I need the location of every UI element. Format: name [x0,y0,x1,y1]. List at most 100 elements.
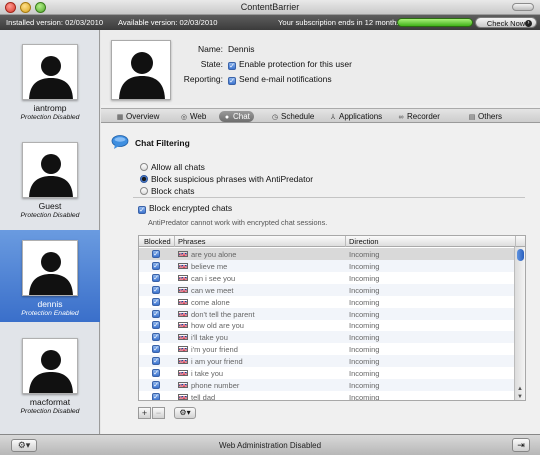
table-row[interactable]: ✓ believe me Incoming [139,259,515,272]
tab-chat[interactable]: ● Chat [219,111,254,122]
phrases-table: Blocked Phrases Direction ✓ are you alone… [138,235,526,401]
block-chats-radio[interactable]: Block chats [140,186,194,196]
uk-flag-icon [178,298,188,305]
tab-label: Chat [233,112,250,121]
installed-version: Installed version: 02/03/2010 [6,18,104,27]
uk-flag-icon [178,358,188,365]
email-notifications-label: Send e-mail notifications [239,74,332,84]
table-row[interactable]: ✓ can i see you Incoming [139,272,515,284]
blocked-checkbox[interactable]: ✓ [152,309,160,318]
phrase-text: can we meet [191,285,234,295]
email-notifications-checkbox[interactable]: ✓ Send e-mail notifications [228,74,332,85]
info-bar: Installed version: 02/03/2010 Available … [0,15,540,30]
vertical-scrollbar[interactable]: ▲ ▼ [514,247,525,400]
sidebar-user-guest[interactable]: Guest Protection Disabled [0,132,100,224]
table-row[interactable]: ✓ i'm your friend Incoming [139,343,515,355]
block-chats-label: Block chats [151,186,195,196]
table-gear-menu-button[interactable]: ⚙▾ [174,407,196,419]
direction-text: Incoming [349,369,380,378]
antipredator-note: AntiPredator cannot work with encrypted … [148,218,328,227]
state-label: State: [200,59,223,69]
phrase-text: i take you [191,369,224,378]
exit-icon: ⇥ [517,440,525,450]
blocked-checkbox[interactable]: ✓ [152,333,160,342]
tab-applications[interactable]: ⅄ Applications [329,111,382,122]
toolbar-toggle-button[interactable] [512,3,534,11]
tab-schedule[interactable]: ◷ Schedule [271,111,314,122]
tab-label: Schedule [281,112,315,121]
uk-flag-icon [178,370,188,376]
block-encrypted-chats-checkbox[interactable]: ✓ Block encrypted chats [138,203,232,214]
uk-flag-icon [178,334,188,341]
phrase-text: i am your friend [191,357,243,367]
blocked-checkbox[interactable]: ✓ [152,261,160,270]
allow-all-chats-label: Allow all chats [151,162,205,172]
column-header-direction[interactable]: Direction [349,237,379,246]
blocked-checkbox[interactable]: ✓ [152,357,160,366]
table-row[interactable]: ✓ tell dad Incoming [139,391,515,400]
globe-icon: ◎ [180,114,188,121]
direction-text: Incoming [349,357,380,367]
column-header-phrases[interactable]: Phrases [178,237,206,246]
subscription-text: Your subscription ends in 12 months [278,18,401,27]
tab-recorder[interactable]: ∞ Recorder [397,111,440,122]
blocked-checkbox[interactable]: ✓ [152,369,160,377]
blocked-checkbox[interactable]: ✓ [152,321,160,330]
table-row[interactable]: ✓ i take you Incoming [139,367,515,379]
user-avatar [22,338,78,394]
block-suspicious-phrases-radio[interactable]: Block suspicious phrases with AntiPredat… [140,174,313,184]
tab-web[interactable]: ◎ Web [180,111,206,122]
user-avatar [22,44,78,100]
radio-selected-icon [140,175,148,183]
table-row[interactable]: ✓ come alone Incoming [139,296,515,308]
table-row[interactable]: ✓ phone number Incoming [139,378,515,391]
direction-text: Incoming [349,297,380,307]
blocked-checkbox[interactable]: ✓ [152,250,160,258]
add-phrase-button[interactable]: + [138,407,151,419]
blocked-checkbox[interactable]: ✓ [152,392,160,400]
uk-flag-icon [178,251,188,257]
user-protection-status: Protection Disabled [20,114,80,121]
allow-all-chats-radio[interactable]: Allow all chats [140,162,205,172]
subscription-progress-bar [397,18,473,27]
table-row[interactable]: ✓ how old are you Incoming [139,319,515,331]
user-name: Guest [38,201,62,211]
table-row[interactable]: ✓ don't tell the parent Incoming [139,307,515,320]
reporting-label: Reporting: [183,74,223,84]
user-name: macformat [29,397,71,407]
blocked-checkbox[interactable]: ✓ [152,297,160,306]
phrase-text: how old are you [191,321,244,331]
blocked-checkbox[interactable]: ✓ [152,345,160,354]
applications-icon: ⅄ [330,114,336,121]
column-header-blocked[interactable]: Blocked [144,237,171,246]
title-bar[interactable]: ContentBarrier [0,0,540,15]
remove-phrase-button[interactable]: − [152,407,165,419]
tab-overview[interactable]: ▦ Overview [116,111,160,122]
exit-button[interactable]: ⇥ [512,438,530,452]
enable-protection-checkbox[interactable]: ✓ Enable protection for this user [228,59,352,70]
table-row[interactable]: ✓ are you alone Incoming [139,248,515,260]
tab-label: Applications [339,112,383,121]
sidebar-user-macformat[interactable]: macformat Protection Disabled [0,328,100,420]
blocked-checkbox[interactable]: ✓ [152,273,160,282]
scroll-arrows-icon[interactable]: ▲ ▼ [515,385,525,400]
overview-icon: ▦ [116,114,124,121]
phrase-text: believe me [191,261,228,271]
check-now-button[interactable]: Check Now › [475,17,537,28]
uk-flag-icon [178,322,188,329]
scrollbar-thumb[interactable] [517,249,524,261]
tab-label: Web [190,112,207,121]
sidebar-user-dennis[interactable]: dennis Protection Enabled [0,230,100,322]
table-row[interactable]: ✓ i am your friend Incoming [139,355,515,368]
tab-others[interactable]: ▤ Others [468,111,502,122]
chat-filtering-title: Chat Filtering [135,138,190,148]
phrase-text: i'll take you [191,333,228,343]
sidebar-user-iantromp[interactable]: iantromp Protection Disabled [0,34,100,126]
direction-text: Incoming [349,285,380,295]
chevron-right-icon: › [525,20,532,27]
blocked-checkbox[interactable]: ✓ [152,380,160,389]
table-row[interactable]: ✓ i'll take you Incoming [139,331,515,344]
table-row[interactable]: ✓ can we meet Incoming [139,283,515,296]
direction-text: Incoming [349,309,380,319]
blocked-checkbox[interactable]: ✓ [152,285,160,294]
